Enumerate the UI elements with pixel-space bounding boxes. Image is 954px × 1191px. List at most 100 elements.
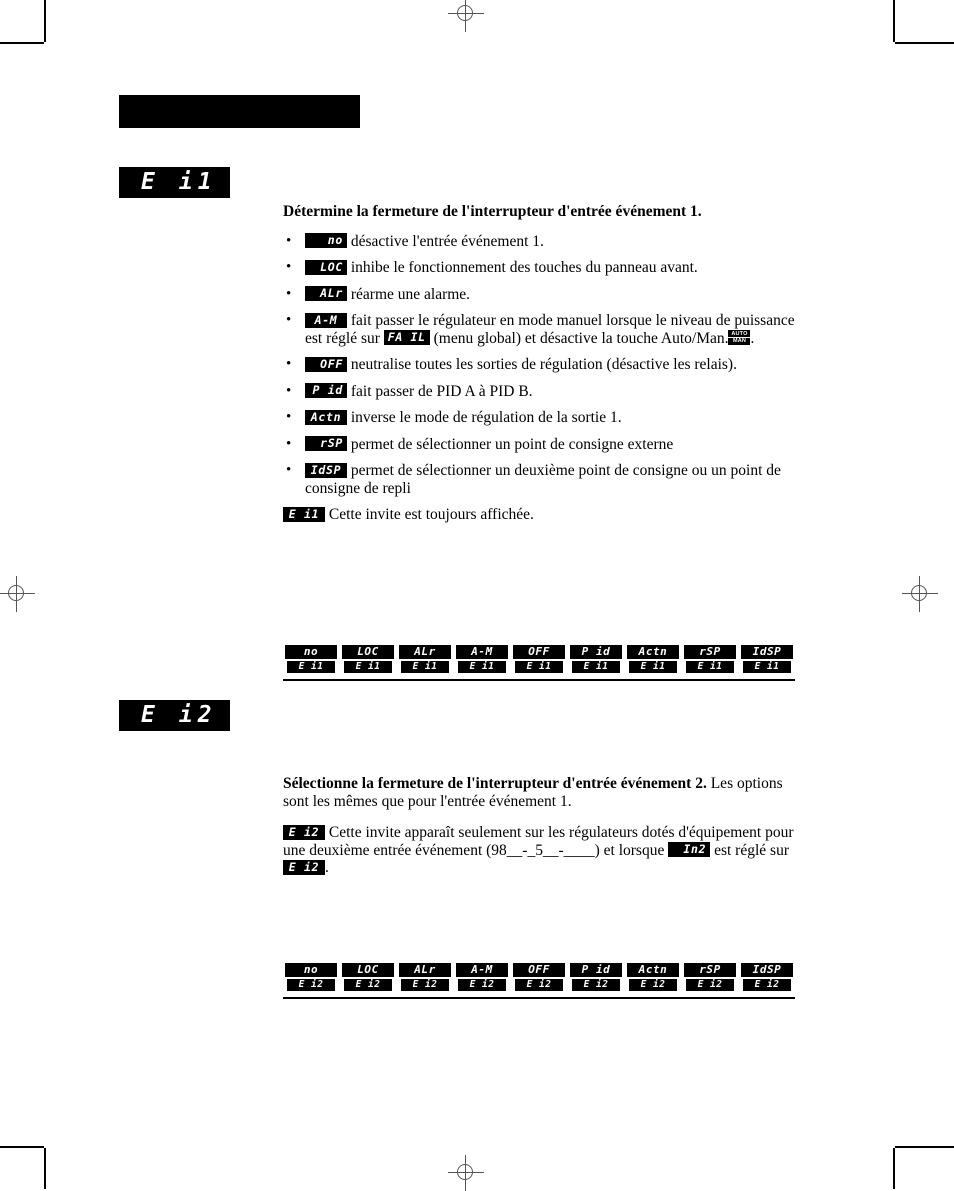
option-description-mid: (menu global) et désactive la touche Aut… [429, 329, 729, 347]
led-strip-value: LOC [342, 645, 394, 659]
led-strip-prompt: E i1 [458, 661, 506, 673]
led-badge-pid: P id [305, 383, 347, 399]
bullet-icon: • [286, 356, 292, 372]
strip-row: no E i1 LOC E i1 ALr E i1 A-M E i1 OFF E… [283, 645, 795, 673]
led-strip-prompt: E i1 [686, 661, 734, 673]
registration-mark-bottom [448, 1155, 484, 1191]
section-ei1-note: E i1 Cette invite est toujours affichée. [283, 506, 795, 524]
strip-divider-rule [283, 997, 795, 999]
led-strip-prompt: E i2 [287, 979, 335, 991]
strip-cell-idsp: IdSP E i1 [739, 645, 795, 673]
registration-mark-circle [8, 585, 24, 601]
section-ei2-body: Sélectionne la fermeture de l'interrupte… [283, 775, 795, 877]
led-badge-off: OFF [305, 356, 347, 372]
section-ei2-lead-text: Sélectionne la fermeture de l'interrupte… [283, 775, 707, 792]
crop-mark-top-right-horizontal [895, 42, 954, 44]
registration-mark-right [902, 576, 938, 612]
led-strip-value: no [285, 963, 337, 977]
bullet-icon: • [286, 462, 292, 478]
led-badge-actn: Actn [305, 409, 347, 425]
section-ei1-note-text: Cette invite est toujours affichée. [328, 506, 534, 523]
led-strip-value: A-M [456, 963, 508, 977]
section-ei1-option-list: • no désactive l'entrée événement 1. • L… [283, 233, 795, 498]
led-strip-value: no [285, 645, 337, 659]
led-badge-a-m: A-M [305, 312, 347, 328]
crop-mark-bottom-left-horizontal [0, 1146, 44, 1148]
led-strip-prompt: E i2 [572, 979, 620, 991]
led-strip-value: OFF [513, 963, 565, 977]
strip-cell-actn: Actn E i2 [625, 963, 681, 991]
led-strip-value: rSP [684, 963, 736, 977]
led-strip-value: P id [570, 645, 622, 659]
led-badge-in2: In2 [668, 842, 711, 858]
section-ei1-body: Détermine la fermeture de l'interrupteur… [283, 203, 795, 524]
list-item: • OFF neutralise toutes les sorties de r… [283, 356, 795, 374]
strip-cell-rsp: rSP E i1 [682, 645, 738, 673]
prompt-display-ei1: E i1 [119, 167, 230, 198]
option-description: neutralise toutes les sorties de régulat… [350, 356, 737, 373]
led-strip-prompt: E i1 [572, 661, 620, 673]
bullet-icon: • [286, 382, 292, 399]
crop-mark-bottom-right-vertical [893, 1148, 895, 1189]
list-item: • LOC inhibe le fonctionnement des touch… [283, 259, 795, 277]
led-badge-no: no [305, 233, 347, 249]
led-strip-prompt: E i1 [344, 661, 392, 673]
strip-cell-idsp: IdSP E i2 [739, 963, 795, 991]
bullet-icon: • [286, 285, 292, 302]
bullet-icon: • [286, 259, 292, 275]
strip-cell-off: OFF E i1 [511, 645, 567, 673]
strip-cell-alr: ALr E i2 [397, 963, 453, 991]
led-strip-prompt: E i1 [287, 661, 335, 673]
section-ei2-note-text-b: est réglé sur [710, 841, 789, 859]
led-badge-alr: ALr [305, 286, 347, 302]
led-badge-idsp: IdSP [305, 462, 347, 478]
strip-cell-loc: LOC E i2 [340, 963, 396, 991]
led-strip-prompt: E i2 [344, 979, 392, 991]
option-description: inhibe le fonctionnement des touches du … [350, 259, 698, 276]
auto-man-key-top-label: AUTO [731, 331, 748, 338]
led-strip-prompt: E i2 [401, 979, 449, 991]
bullet-icon: • [286, 409, 292, 425]
led-strip-value: P id [570, 963, 622, 977]
crop-mark-top-right-vertical [893, 0, 895, 42]
list-item: • ALr réarme une alarme. [283, 286, 795, 304]
led-badge-loc: LOC [305, 259, 347, 275]
led-strip-value: Actn [627, 645, 679, 659]
bullet-icon: • [286, 232, 292, 249]
led-badge-rsp: rSP [305, 436, 347, 452]
crop-mark-top-left-horizontal [0, 42, 44, 44]
strip-cell-pid: P id E i2 [568, 963, 624, 991]
option-description-post: . [750, 329, 755, 347]
strip-cell-alr: ALr E i1 [397, 645, 453, 673]
registration-mark-left [0, 576, 35, 612]
list-item: • P id fait passer de PID A à PID B. [283, 383, 795, 401]
crop-mark-bottom-left-vertical [44, 1148, 46, 1189]
led-strip-value: LOC [342, 963, 394, 977]
option-description: inverse le mode de régulation de la sort… [350, 409, 622, 426]
led-badge-ei1-note: E i1 [283, 506, 325, 522]
list-item: • Actn inverse le mode de régulation de … [283, 409, 795, 427]
strip-row: no E i2 LOC E i2 ALr E i2 A-M E i2 OFF E… [283, 963, 795, 991]
section-header-bar [119, 95, 360, 128]
led-strip-prompt: E i2 [515, 979, 563, 991]
registration-mark-circle [457, 5, 473, 21]
option-description: désactive l'entrée événement 1. [350, 232, 544, 250]
crop-mark-bottom-right-horizontal [895, 1146, 954, 1148]
led-strip-value: ALr [399, 645, 451, 659]
led-strip-value: OFF [513, 645, 565, 659]
led-badge-ei2-note: E i2 [283, 824, 325, 840]
led-badge-fail: FA IL [383, 330, 430, 346]
option-description: permet de sélectionner un point de consi… [350, 435, 674, 453]
led-strip-value: ALr [399, 963, 451, 977]
list-item: • rSP permet de sélectionner un point de… [283, 436, 795, 454]
strip-divider-rule [283, 679, 795, 681]
led-strip-prompt: E i2 [686, 979, 734, 991]
strip-cell-off: OFF E i2 [511, 963, 567, 991]
bullet-icon: • [286, 312, 292, 328]
led-strip-value: IdSP [741, 963, 793, 977]
led-strip-prompt: E i2 [629, 979, 677, 991]
bullet-icon: • [286, 435, 292, 452]
led-strip-prompt: E i1 [743, 661, 791, 673]
strip-cell-actn: Actn E i1 [625, 645, 681, 673]
option-description: fait passer de PID A à PID B. [350, 382, 533, 400]
